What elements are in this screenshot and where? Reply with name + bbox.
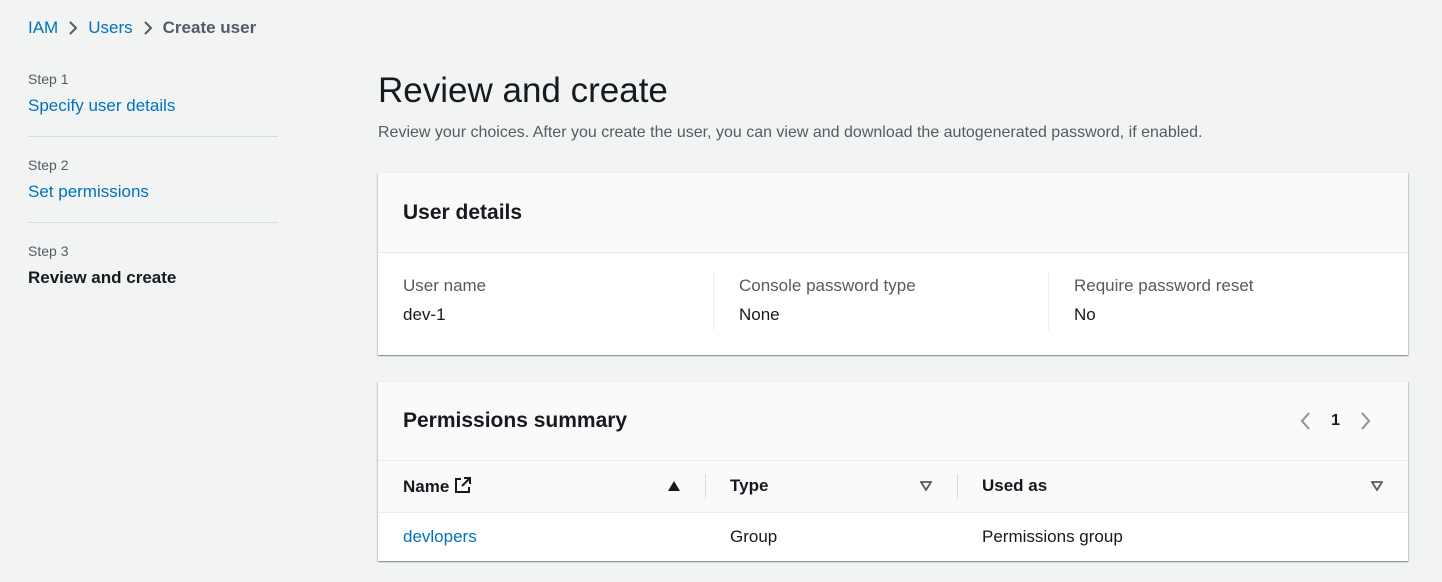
field-value: None bbox=[738, 305, 780, 324]
user-details-fields: User name dev-1 Console password type No… bbox=[378, 253, 1408, 330]
step-current-review-and-create: Review and create bbox=[28, 268, 177, 287]
column-header-name[interactable]: Name bbox=[378, 461, 705, 513]
sort-descending-icon[interactable] bbox=[920, 481, 932, 492]
wizard-steps: Step 1 Specify user details Step 2 Set p… bbox=[28, 68, 278, 325]
breadcrumb-users[interactable]: Users bbox=[88, 18, 132, 38]
field-label: Require password reset bbox=[1074, 276, 1254, 295]
breadcrumb-create-user: Create user bbox=[162, 18, 257, 37]
user-details-card: User details User name dev-1 Console pas… bbox=[378, 172, 1408, 355]
chevron-left-icon[interactable] bbox=[1300, 412, 1311, 430]
field-label: User name bbox=[403, 276, 487, 295]
step-link-specify-user-details[interactable]: Specify user details bbox=[28, 96, 175, 115]
sort-ascending-icon[interactable] bbox=[668, 481, 680, 492]
step-number: Step 3 bbox=[28, 243, 69, 259]
permissions-summary-card: Permissions summary 1 Name Type Used as … bbox=[378, 381, 1408, 561]
field-console-password-type: Console password type None bbox=[712, 273, 1048, 330]
chevron-right-icon bbox=[58, 20, 88, 36]
main-content: Review and create Review your choices. A… bbox=[378, 70, 1408, 561]
sort-descending-icon[interactable] bbox=[1371, 481, 1383, 492]
page-description: Review your choices. After you create th… bbox=[378, 124, 1203, 141]
breadcrumb-iam[interactable]: IAM bbox=[28, 18, 58, 38]
field-value: No bbox=[1074, 305, 1096, 324]
table-row: devlopers Group Permissions group bbox=[378, 512, 1408, 561]
user-details-header: User details bbox=[378, 173, 1408, 253]
chevron-right-icon[interactable] bbox=[1360, 412, 1371, 430]
field-user-name: User name dev-1 bbox=[403, 273, 713, 330]
external-link-icon bbox=[449, 476, 472, 496]
page-title: Review and create bbox=[378, 71, 668, 110]
step-number: Step 2 bbox=[28, 157, 69, 173]
pagination: 1 bbox=[1300, 412, 1371, 430]
field-value: dev-1 bbox=[403, 305, 446, 324]
column-header-used-as[interactable]: Used as bbox=[957, 461, 1408, 513]
permissions-table: Name Type Used as devlopers Group Permis… bbox=[378, 461, 1408, 561]
column-label: Type bbox=[730, 476, 769, 496]
permissions-summary-header: Permissions summary 1 bbox=[378, 382, 1408, 461]
permissions-summary-title: Permissions summary bbox=[403, 409, 628, 432]
breadcrumb: IAM Users Create user bbox=[28, 18, 256, 38]
step-3: Step 3 Review and create bbox=[28, 240, 278, 308]
column-header-type[interactable]: Type bbox=[705, 461, 957, 513]
permission-type: Group bbox=[730, 526, 778, 546]
chevron-right-icon bbox=[133, 20, 163, 36]
step-1: Step 1 Specify user details bbox=[28, 68, 278, 137]
permission-name-link[interactable]: devlopers bbox=[403, 527, 477, 546]
column-label: Name bbox=[403, 476, 450, 496]
permission-used-as: Permissions group bbox=[982, 526, 1123, 546]
field-require-password-reset: Require password reset No bbox=[1048, 273, 1383, 330]
step-number: Step 1 bbox=[28, 71, 69, 87]
user-details-title: User details bbox=[403, 200, 523, 224]
step-2: Step 2 Set permissions bbox=[28, 154, 278, 223]
column-label: Used as bbox=[982, 476, 1048, 496]
field-label: Console password type bbox=[738, 276, 916, 295]
page-number[interactable]: 1 bbox=[1331, 412, 1340, 430]
step-link-set-permissions[interactable]: Set permissions bbox=[28, 182, 149, 201]
